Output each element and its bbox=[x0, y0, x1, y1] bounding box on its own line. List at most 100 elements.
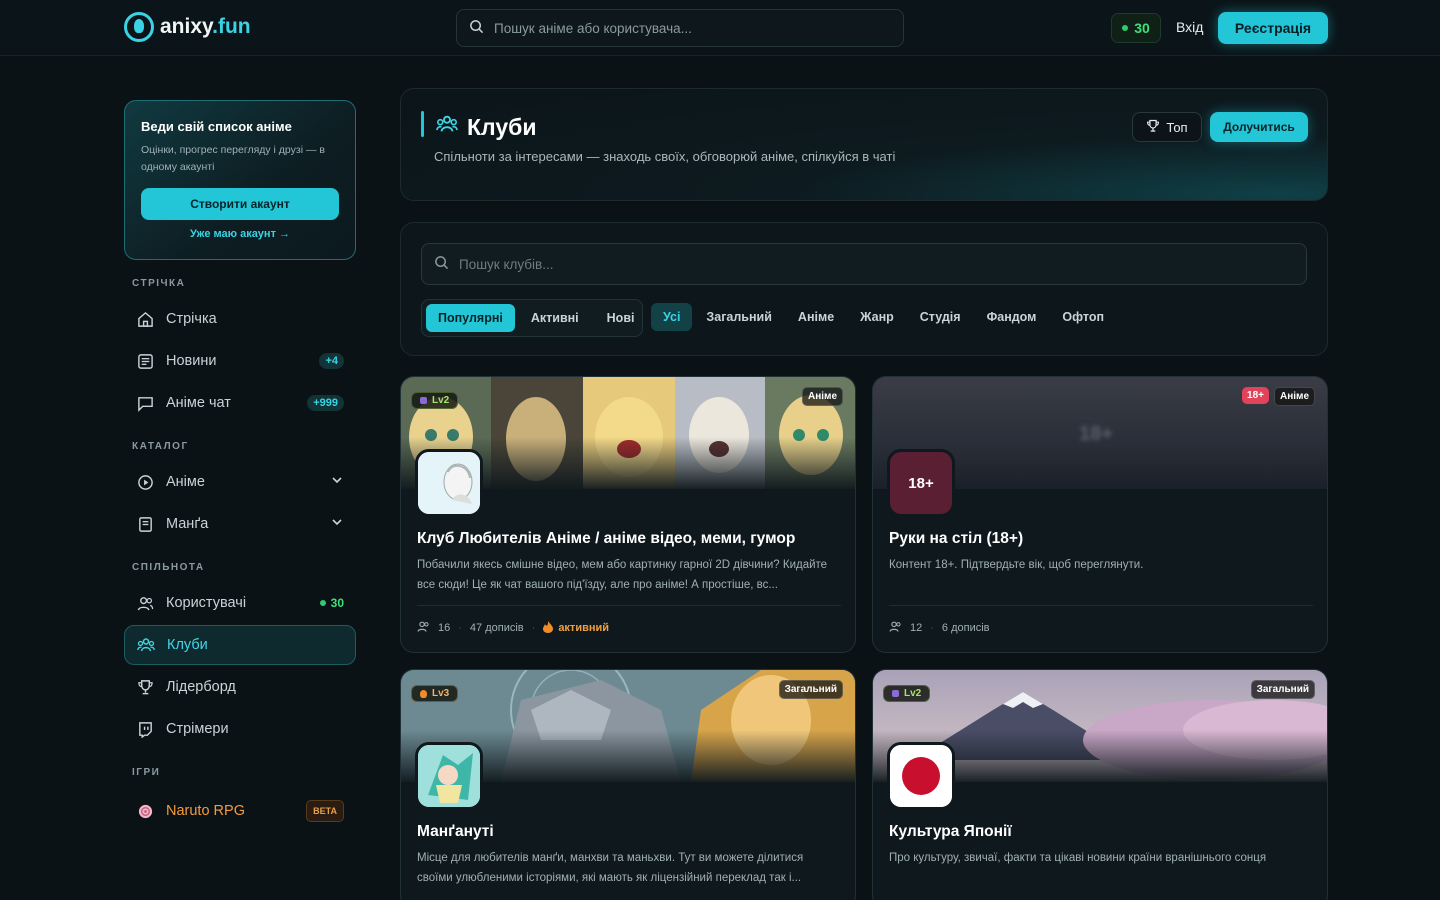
category-filters: Усі Загальний Аніме Жанр Студія Фандом О… bbox=[651, 303, 1116, 331]
club-title[interactable]: Руки на стіл (18+) bbox=[889, 530, 1023, 548]
club-stats: 12 · 6 дописів bbox=[889, 620, 990, 636]
sidebar-item-label: Клуби bbox=[167, 637, 208, 653]
club-card[interactable]: 18+ 18+ Аніме 18+ Руки на стіл (18+) Кон… bbox=[872, 376, 1328, 653]
club-card[interactable]: Lv3 Загальний Манґануті Місце для любите… bbox=[400, 669, 856, 900]
sidebar-item-label: Користувачі bbox=[166, 595, 247, 611]
page-subtitle: Спільноти за інтересами — знаходь своїх,… bbox=[434, 149, 896, 164]
sidebar-item-news[interactable]: Новини +4 bbox=[124, 341, 356, 381]
club-description: Про культуру, звичаї, факти та цікаві но… bbox=[889, 852, 1267, 864]
members-icon bbox=[417, 620, 430, 636]
club-description: Місце для любителів манґи, манхви та ман… bbox=[417, 852, 804, 885]
sort-segmented-control: Популярні Активні Нові bbox=[421, 299, 643, 337]
level-icon bbox=[420, 397, 427, 404]
chat-icon bbox=[136, 394, 154, 412]
club-stats: 16 · 47 дописів · активний bbox=[417, 620, 609, 636]
club-avatar bbox=[415, 742, 483, 810]
category-all[interactable]: Усі bbox=[651, 303, 693, 331]
sidebar-item-anime-chat[interactable]: Аніме чат +999 bbox=[124, 383, 356, 423]
category-genre[interactable]: Жанр bbox=[848, 303, 906, 331]
top-button-label: Топ bbox=[1166, 119, 1188, 135]
create-account-button[interactable]: Створити акаунт bbox=[141, 187, 339, 220]
sidebar-item-users[interactable]: Користувачі 30 bbox=[124, 583, 356, 623]
news-icon bbox=[136, 352, 154, 370]
title-accent-bar bbox=[421, 111, 424, 137]
club-title[interactable]: Клуб Любителів Аніме / аніме відео, меми… bbox=[417, 530, 795, 548]
twitch-icon bbox=[136, 720, 154, 738]
page-title-text: Клуби bbox=[467, 113, 537, 140]
sidebar-item-label: Стрічка bbox=[166, 311, 217, 327]
sidebar-item-label: Стрімери bbox=[166, 721, 229, 737]
category-anime[interactable]: Аніме bbox=[786, 303, 846, 331]
members-count: 16 bbox=[438, 622, 451, 634]
sidebar-item-label: Аніме bbox=[166, 474, 205, 490]
sidebar-item-anime[interactable]: Аніме bbox=[124, 462, 356, 502]
activity-status: активний bbox=[543, 620, 609, 636]
category-fandom[interactable]: Фандом bbox=[975, 303, 1049, 331]
club-title[interactable]: Манґануті bbox=[417, 823, 494, 841]
login-link[interactable]: Вхід bbox=[1176, 19, 1203, 35]
blurred-age-text: 18+ bbox=[1079, 423, 1113, 445]
club-search-input[interactable]: Пошук клубів... bbox=[421, 243, 1307, 285]
category-offtopic[interactable]: Офтоп bbox=[1050, 303, 1116, 331]
global-search-input[interactable]: Пошук аніме або користувача... bbox=[456, 9, 904, 47]
category-studio[interactable]: Студія bbox=[908, 303, 973, 331]
sidebar-item-leaderboard[interactable]: Лідерборд bbox=[124, 667, 356, 707]
sort-active[interactable]: Активні bbox=[519, 304, 591, 332]
clubs-icon bbox=[435, 113, 459, 141]
members-count: 12 bbox=[910, 622, 923, 634]
category-general[interactable]: Загальний bbox=[694, 303, 784, 331]
divider bbox=[889, 605, 1313, 606]
sidebar-item-manga[interactable]: Манґа bbox=[124, 504, 356, 544]
logo-tld: .fun bbox=[212, 15, 251, 38]
fire-icon bbox=[543, 620, 554, 636]
posts-count: 47 дописів bbox=[469, 622, 524, 634]
club-level-badge: Lv2 bbox=[411, 392, 459, 409]
club-category-tag: Аніме bbox=[802, 387, 843, 406]
naruto-icon bbox=[136, 802, 154, 820]
club-card[interactable]: Lv2 Загальний Культура Японії Про культу… bbox=[872, 669, 1328, 900]
news-count-badge: +4 bbox=[319, 353, 344, 369]
section-games: ІГРИ bbox=[132, 767, 161, 778]
fire-icon bbox=[420, 689, 427, 698]
sidebar-item-feed[interactable]: Стрічка bbox=[124, 299, 356, 339]
online-dot-icon bbox=[1122, 25, 1129, 31]
sidebar-item-clubs[interactable]: Клуби bbox=[124, 625, 356, 665]
club-category-tag: Загальний bbox=[778, 680, 843, 699]
sidebar-item-label: Лідерборд bbox=[166, 679, 236, 695]
trophy-icon bbox=[1146, 119, 1160, 136]
home-icon bbox=[136, 310, 154, 328]
have-account-link[interactable]: Уже маю акаунт → bbox=[141, 228, 339, 240]
join-button[interactable]: Долучитись bbox=[1210, 112, 1308, 142]
sidebar-item-naruto-rpg[interactable]: Naruto RPG BETA bbox=[124, 791, 356, 831]
section-catalog: КАТАЛОГ bbox=[132, 441, 189, 452]
club-category-tag: Загальний bbox=[1250, 680, 1315, 699]
top-clubs-button[interactable]: Топ bbox=[1132, 112, 1202, 142]
chevron-down-icon[interactable] bbox=[330, 473, 344, 491]
online-users-count: 30 bbox=[319, 596, 344, 610]
sidebar-item-streamers[interactable]: Стрімери bbox=[124, 709, 356, 749]
avatar-age-text: 18+ bbox=[908, 474, 934, 492]
japan-flag-icon bbox=[890, 745, 952, 807]
users-icon bbox=[136, 594, 154, 612]
sort-popular[interactable]: Популярні bbox=[426, 304, 515, 332]
chevron-down-icon[interactable] bbox=[330, 515, 344, 533]
club-avatar-18plus: 18+ bbox=[887, 449, 955, 517]
signup-promo-card: Веди свій список аніме Оцінки, прогрес п… bbox=[124, 100, 356, 260]
sort-new[interactable]: Нові bbox=[595, 304, 647, 332]
section-community: СПІЛЬНОТА bbox=[132, 562, 205, 573]
trophy-icon bbox=[136, 678, 154, 696]
club-card[interactable]: Lv2 Аніме Клуб Любителів Аніме / аніме в… bbox=[400, 376, 856, 653]
clubs-header: Клуби Спільноти за інтересами — знаходь … bbox=[400, 88, 1328, 201]
club-level-badge: Lv2 bbox=[883, 685, 931, 702]
register-button[interactable]: Реєстрація bbox=[1218, 12, 1328, 44]
club-title[interactable]: Культура Японії bbox=[889, 823, 1012, 841]
club-avatar bbox=[887, 742, 955, 810]
sidebar-item-label: Новини bbox=[166, 353, 217, 369]
sidebar-item-label: Аніме чат bbox=[166, 395, 231, 411]
chat-count-badge: +999 bbox=[307, 395, 344, 411]
club-search-placeholder: Пошук клубів... bbox=[459, 256, 554, 272]
club-category-tag: Аніме bbox=[1274, 387, 1315, 406]
logo[interactable]: anixy.fun bbox=[124, 12, 251, 42]
promo-title: Веди свій список аніме bbox=[141, 119, 292, 134]
coin-balance[interactable]: 30 bbox=[1111, 13, 1161, 43]
